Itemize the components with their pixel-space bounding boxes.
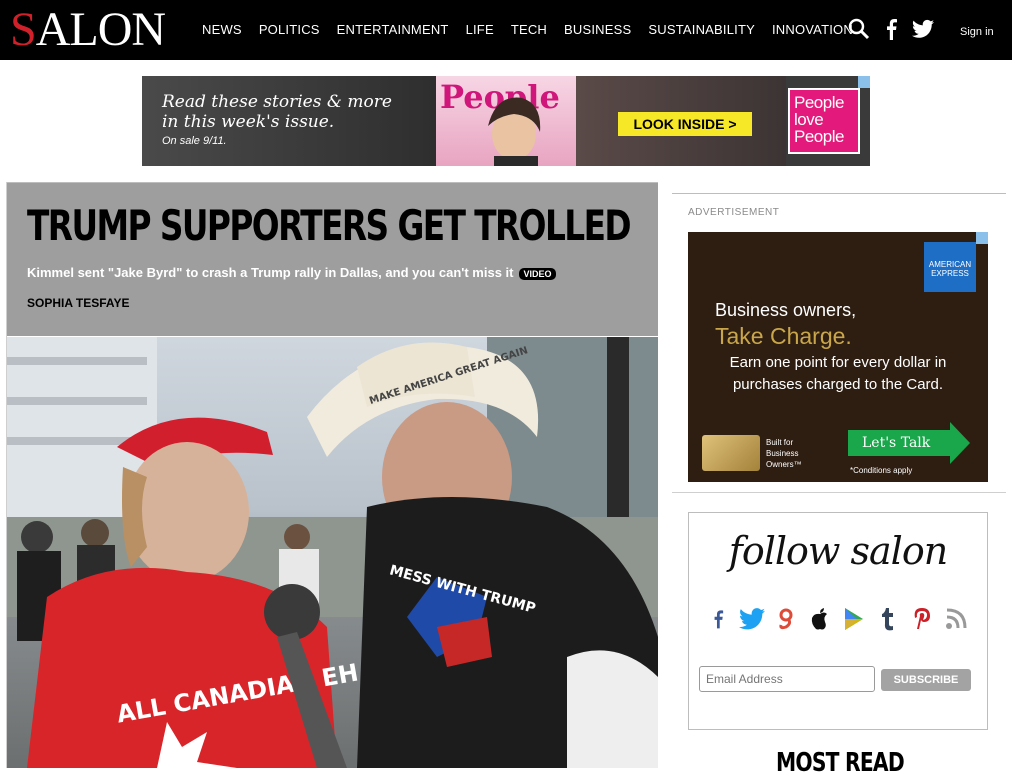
banner-headline: Read these stories & more in this week's… bbox=[162, 92, 392, 132]
google-plus-icon[interactable] bbox=[769, 603, 803, 635]
people-love-people-logo: People love People bbox=[788, 88, 860, 154]
sign-in-link[interactable]: Sign in bbox=[960, 26, 994, 38]
plp-line2: love bbox=[794, 110, 824, 129]
amex-ad[interactable]: AMERICAN EXPRESS Business owners, Take C… bbox=[688, 232, 988, 482]
nav-innovation[interactable]: INNOVATION bbox=[772, 22, 853, 37]
search-icon[interactable] bbox=[848, 18, 870, 40]
amex-built-for: Built for Business Owners™ bbox=[766, 437, 802, 470]
banner-onsale: On sale 9/11. bbox=[162, 135, 227, 147]
banner-headline-line2: in this week's issue. bbox=[162, 112, 335, 132]
amex-card-image bbox=[702, 435, 760, 471]
plp-line3: People bbox=[794, 127, 844, 146]
article-subtitle[interactable]: Kimmel sent "Jake Byrd" to crash a Trump… bbox=[27, 265, 556, 280]
nav-life[interactable]: LIFE bbox=[466, 22, 494, 37]
email-input[interactable] bbox=[699, 666, 875, 692]
sidebar-ad-container: ADVERTISEMENT AMERICAN EXPRESS Business … bbox=[672, 193, 1006, 493]
amex-logo: AMERICAN EXPRESS bbox=[924, 242, 976, 292]
tumblr-icon[interactable] bbox=[871, 603, 905, 635]
header-icons bbox=[848, 18, 934, 40]
people-banner-ad[interactable]: Read these stories & more in this week's… bbox=[142, 76, 870, 166]
follow-title: follow salon bbox=[728, 529, 948, 573]
amex-built-line2: Business bbox=[766, 449, 799, 458]
apple-icon[interactable] bbox=[803, 603, 837, 635]
amex-logo-line1: AMERICAN bbox=[928, 260, 972, 269]
article-header: TRUMP SUPPORTERS GET TROLLED Kimmel sent… bbox=[7, 182, 658, 336]
most-read-heading: MOST READ bbox=[776, 748, 905, 778]
site-header: SALON NEWS POLITICS ENTERTAINMENT LIFE T… bbox=[0, 0, 1012, 60]
amex-body-line1: Earn one point for every dollar in bbox=[729, 354, 947, 371]
twitter-icon[interactable] bbox=[735, 603, 769, 635]
google-play-icon[interactable] bbox=[837, 603, 871, 635]
nav-news[interactable]: NEWS bbox=[202, 22, 242, 37]
adchoices-icon[interactable] bbox=[976, 232, 988, 244]
amex-conditions: *Conditions apply bbox=[850, 466, 913, 475]
facebook-icon[interactable] bbox=[701, 603, 735, 635]
plp-line1: People bbox=[794, 93, 844, 112]
follow-salon-widget: follow salon SUBSCRIBE bbox=[688, 512, 988, 730]
amex-built-line1: Built for bbox=[766, 438, 794, 447]
logo-s: S bbox=[10, 3, 37, 56]
nav-tech[interactable]: TECH bbox=[511, 22, 547, 37]
twitter-icon[interactable] bbox=[912, 19, 934, 39]
featured-article: TRUMP SUPPORTERS GET TROLLED Kimmel sent… bbox=[6, 182, 658, 768]
article-author[interactable]: SOPHIA TESFAYE bbox=[27, 296, 129, 310]
facebook-icon[interactable] bbox=[884, 18, 898, 40]
nav-business[interactable]: BUSINESS bbox=[564, 22, 631, 37]
lets-talk-arrow-icon[interactable] bbox=[950, 422, 970, 464]
amex-body-line2: purchases charged to the Card. bbox=[732, 376, 944, 393]
logo-rest: ALON bbox=[35, 3, 166, 56]
video-badge: VIDEO bbox=[519, 267, 556, 280]
rss-icon[interactable] bbox=[939, 603, 973, 635]
adchoices-icon[interactable] bbox=[858, 76, 870, 88]
article-title[interactable]: TRUMP SUPPORTERS GET TROLLED bbox=[27, 201, 632, 250]
subscribe-button[interactable]: SUBSCRIBE bbox=[881, 669, 971, 691]
amex-built-line3: Owners™ bbox=[766, 460, 802, 469]
main-nav: NEWS POLITICS ENTERTAINMENT LIFE TECH BU… bbox=[202, 22, 870, 37]
nav-sustainability[interactable]: SUSTAINABILITY bbox=[648, 22, 755, 37]
lets-talk-button[interactable]: Let's Talk bbox=[848, 430, 950, 456]
amex-line2: Take Charge. bbox=[715, 323, 852, 349]
amex-body: Earn one point for every dollar in purch… bbox=[688, 352, 988, 396]
salon-logo[interactable]: SALON bbox=[10, 3, 166, 56]
advertisement-label: ADVERTISEMENT bbox=[688, 207, 780, 218]
nav-politics[interactable]: POLITICS bbox=[259, 22, 320, 37]
banner-headline-line1: Read these stories & more bbox=[162, 92, 392, 112]
article-hero-photo[interactable]: ALL CANADIAN EH ! MAKE AMERICA GREAT AGA… bbox=[7, 337, 658, 768]
look-inside-button[interactable]: LOOK INSIDE > bbox=[618, 112, 752, 136]
amex-logo-line2: EXPRESS bbox=[931, 269, 969, 278]
pinterest-icon[interactable] bbox=[905, 603, 939, 635]
article-subtitle-text: Kimmel sent "Jake Byrd" to crash a Trump… bbox=[27, 265, 514, 280]
social-icons bbox=[701, 603, 973, 635]
cover-person-image bbox=[488, 97, 541, 166]
amex-line1: Business owners, bbox=[715, 300, 857, 320]
nav-entertainment[interactable]: ENTERTAINMENT bbox=[337, 22, 449, 37]
banner-magazine-cover: People bbox=[436, 76, 576, 166]
hero-photo-illustration: ALL CANADIAN EH ! MAKE AMERICA GREAT AGA… bbox=[7, 337, 658, 768]
